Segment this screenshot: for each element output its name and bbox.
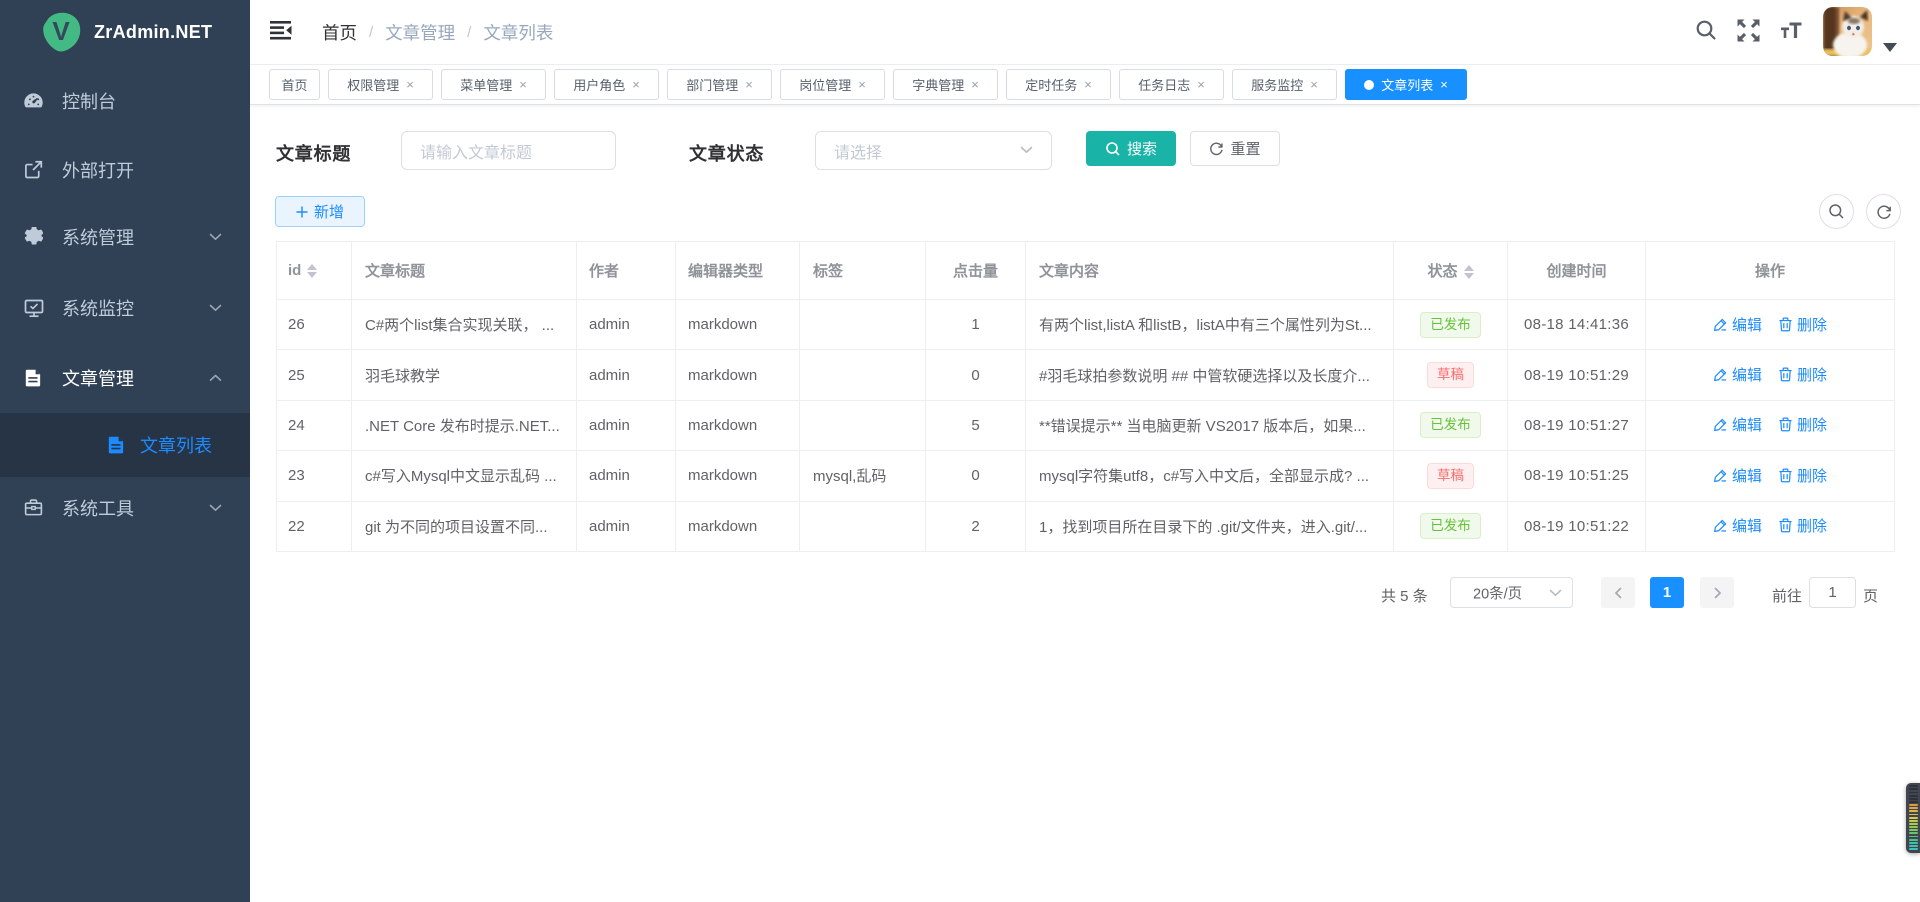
svg-text:V: V	[52, 16, 70, 46]
